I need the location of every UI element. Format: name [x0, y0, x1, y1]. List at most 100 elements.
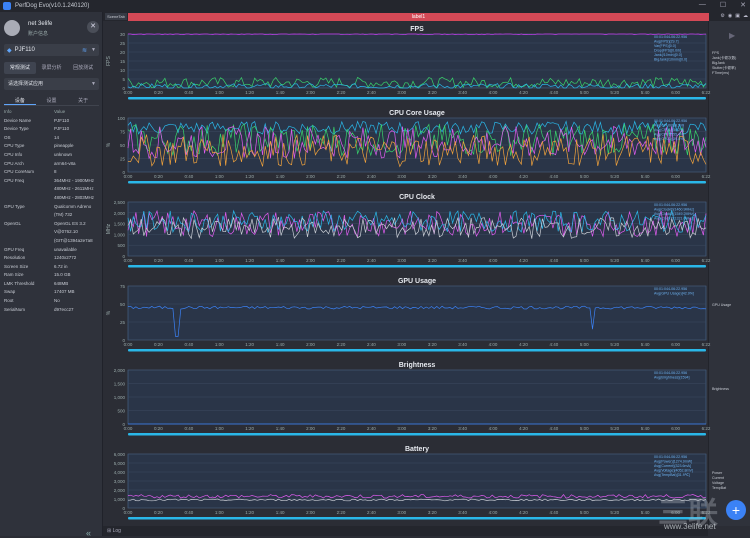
x-tick-label: 0:20 [154, 426, 163, 431]
x-tick-label: 2:40 [367, 342, 376, 347]
chart-title: CPU Clock [399, 194, 435, 201]
maximize-icon[interactable]: ☐ [720, 1, 726, 9]
y-tick-label: 30 [120, 32, 126, 37]
chart-cpu-core-usage[interactable]: CPU Core Usage0255075100%0:00 0:20 0:40 1:0… [0, 106, 750, 190]
legend-item[interactable]: BigJank [712, 61, 725, 65]
x-tick-label: 5:40 [641, 510, 650, 515]
x-tick-label: 5:00 [580, 258, 589, 263]
tab-scene[interactable]: SceneTab [105, 13, 127, 20]
timeline-scrollbar[interactable] [128, 433, 706, 436]
x-tick-label: 0:20 [154, 258, 163, 263]
stats-annotation: Avg(Voltage)[4052.8mV] [654, 469, 693, 473]
stats-annotation: Avg(Clock3)[1549.2MHz] [654, 212, 694, 216]
y-tick-label: 25 [120, 41, 126, 46]
y-tick-label: 2,000 [114, 488, 126, 493]
x-tick-label: 5:00 [580, 342, 589, 347]
y-tick-label: 10 [120, 68, 126, 73]
record-icon[interactable]: ◉ [728, 13, 732, 19]
legend-item[interactable]: Brightness [712, 387, 729, 391]
folder-icon[interactable]: ▣ [735, 13, 740, 19]
y-tick-label: 500 [117, 243, 125, 248]
chart-battery[interactable]: Battery01,0002,0003,0004,0005,0006,0000:… [0, 442, 750, 526]
x-tick-label: 2:00 [306, 342, 315, 347]
x-tick-label: 2:00 [306, 174, 315, 179]
settings-icon[interactable]: ⚙ [720, 13, 724, 19]
x-tick-label: 1:00 [215, 342, 224, 347]
minimize-icon[interactable]: — [699, 1, 706, 9]
x-tick-label: 0:00 [124, 174, 133, 179]
x-tick-label: 4:00 [489, 342, 498, 347]
window-title: PerfDog Evo(v10.1.240120) [15, 3, 90, 9]
y-axis-label: % [106, 310, 112, 315]
expand-icon[interactable]: ⊞ [107, 528, 111, 534]
y-axis-label: FPS [106, 55, 112, 65]
x-tick-label: 3:20 [428, 510, 437, 515]
legend-item[interactable]: Power [712, 471, 723, 475]
legend-item[interactable]: Current [712, 476, 724, 480]
collapse-sidebar-icon[interactable]: « [86, 528, 91, 538]
y-tick-label: 1,500 [114, 382, 126, 387]
x-tick-label: 1:00 [215, 258, 224, 263]
legend-item[interactable]: FTime(ms) [712, 71, 729, 75]
x-tick-label: 2:00 [306, 426, 315, 431]
x-tick-label: 6:22 [702, 426, 711, 431]
x-tick-label: 1:40 [276, 90, 285, 95]
legend-item[interactable]: FPS [712, 51, 720, 55]
stats-annotation: Avg(Power)[1274.9mW] [654, 460, 692, 464]
stats-annotation: Drop(FPS)[0.0/h] [654, 49, 681, 53]
y-tick-label: 5,000 [114, 461, 126, 466]
x-tick-label: 5:00 [580, 510, 589, 515]
cloud-icon[interactable]: ☁ [743, 13, 748, 19]
chart-gpu-usage[interactable]: GPU Usage0255075%0:00 0:20 0:40 1:00 1:20 1:4… [0, 274, 750, 358]
x-tick-label: 5:40 [641, 174, 650, 179]
y-tick-label: 100 [117, 116, 125, 121]
close-icon[interactable]: ✕ [740, 1, 746, 9]
x-tick-label: 3:40 [458, 342, 467, 347]
x-tick-label: 5:40 [641, 342, 650, 347]
legend-item[interactable]: Voltage [712, 481, 724, 485]
x-tick-label: 6:22 [702, 90, 711, 95]
x-tick-label: 2:40 [367, 258, 376, 263]
chart-fps[interactable]: FPS051015202530FPS0:00 0:20 0:40 1:00 1:20 1:… [0, 22, 750, 106]
stats-annotation: 00:01:044-06:22.956 [654, 455, 687, 459]
tab-label1[interactable]: label1 [128, 13, 709, 21]
x-tick-label: 3:00 [397, 426, 406, 431]
y-tick-label: 5 [122, 77, 125, 82]
stats-annotation: Var(FPS)[0.0] [654, 44, 676, 48]
x-tick-label: 0:00 [124, 342, 133, 347]
y-tick-label: 2,500 [114, 200, 126, 205]
x-tick-label: 3:20 [428, 90, 437, 95]
x-tick-label: 5:00 [580, 90, 589, 95]
y-tick-label: 25 [120, 320, 126, 325]
chart-cpu-clock[interactable]: CPU Clock05001,0001,5002,0002,500MHz0:00… [0, 190, 750, 274]
x-tick-label: 1:00 [215, 90, 224, 95]
timeline-scrollbar[interactable] [128, 349, 706, 352]
x-tick-label: 5:20 [610, 510, 619, 515]
x-tick-label: 4:20 [519, 426, 528, 431]
x-tick-label: 6:00 [671, 258, 680, 263]
legend-item[interactable]: GPU Usage [712, 303, 731, 307]
x-tick-label: 4:20 [519, 258, 528, 263]
legend-item[interactable]: Jank(卡顿次数) [712, 55, 736, 60]
x-tick-label: 4:00 [489, 174, 498, 179]
add-button[interactable]: + [726, 500, 746, 520]
x-tick-label: 2:00 [306, 90, 315, 95]
x-tick-label: 3:00 [397, 510, 406, 515]
x-tick-label: 4:40 [550, 258, 559, 263]
x-tick-label: 1:20 [245, 90, 254, 95]
x-tick-label: 1:20 [245, 342, 254, 347]
stats-annotation: 00:01:044-06:22.956 [654, 371, 687, 375]
x-tick-label: 2:20 [337, 426, 346, 431]
x-tick-label: 1:40 [276, 426, 285, 431]
timeline-scrollbar[interactable] [128, 265, 706, 268]
y-tick-label: 1,000 [114, 497, 126, 502]
timeline-scrollbar[interactable] [128, 181, 706, 184]
x-tick-label: 6:00 [671, 426, 680, 431]
timeline-scrollbar[interactable] [128, 97, 706, 100]
log-label[interactable]: Log [113, 528, 121, 534]
timeline-scrollbar[interactable] [128, 517, 706, 520]
chart-brightness[interactable]: Brightness05001,0001,5002,0000:00 0:20 0:4… [0, 358, 750, 442]
x-tick-label: 3:20 [428, 174, 437, 179]
x-tick-label: 6:22 [702, 174, 711, 179]
legend-item[interactable]: Stutter(卡顿率) [712, 65, 736, 70]
